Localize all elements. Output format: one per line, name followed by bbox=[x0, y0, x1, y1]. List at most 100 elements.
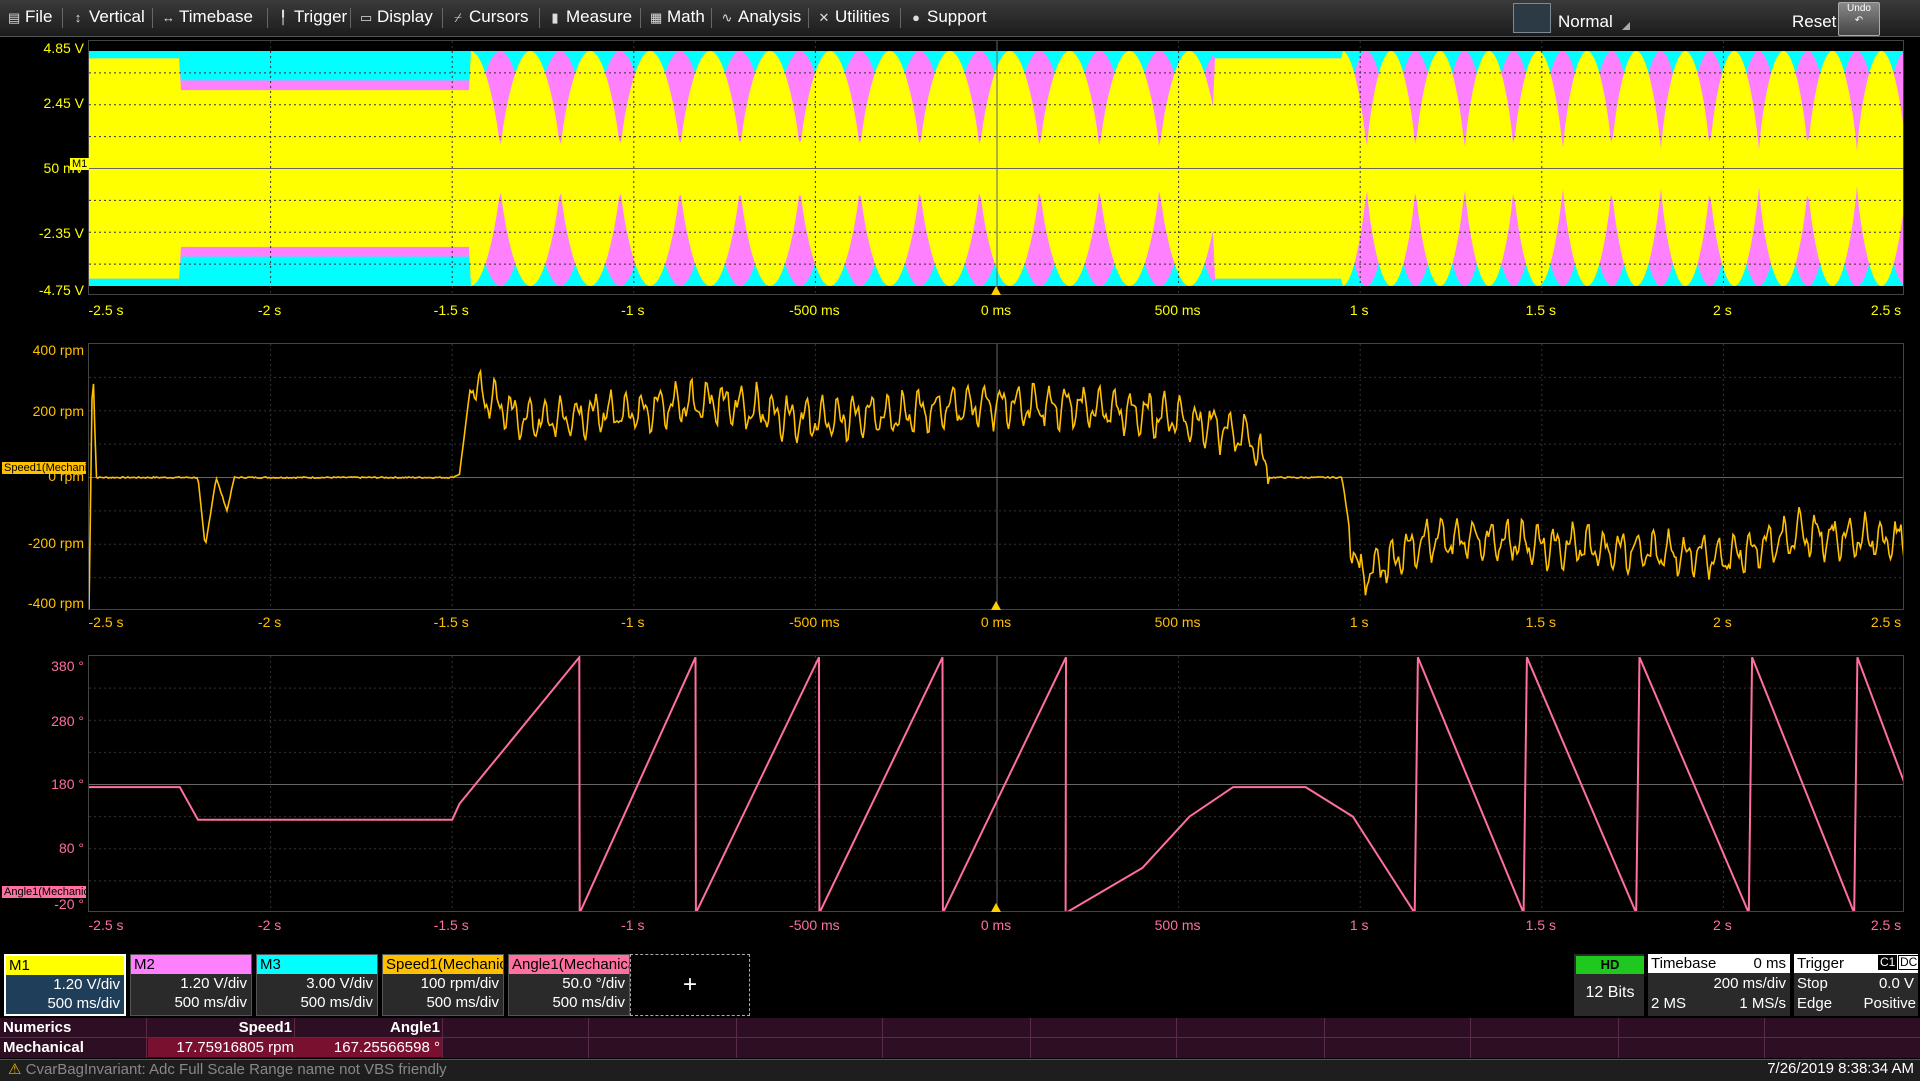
y-tick-label: 380 ° bbox=[51, 658, 84, 674]
speed1-ground-marker[interactable]: Speed1(Mechanical) bbox=[2, 462, 86, 474]
descriptor-tdiv: 500 ms/div bbox=[426, 994, 499, 1011]
m-channels-plot bbox=[89, 41, 1903, 294]
descriptor-vdiv: 1.20 V/div bbox=[180, 975, 247, 992]
vertical-icon: ↕ bbox=[74, 10, 82, 25]
descriptor-vdiv: 3.00 V/div bbox=[306, 975, 373, 992]
menu-separator bbox=[808, 8, 809, 28]
x-tick-label: 500 ms bbox=[1154, 302, 1201, 318]
menu-utilities[interactable]: ✕ Utilities bbox=[818, 0, 890, 36]
x-tick-label: 1 s bbox=[1349, 302, 1369, 318]
y-tick-label: -4.75 V bbox=[38, 282, 84, 298]
trigger-position-marker[interactable] bbox=[991, 903, 1001, 912]
x-tick-label: -1.5 s bbox=[433, 614, 469, 630]
descriptor-title: M1 bbox=[6, 956, 124, 975]
m1-ground-marker[interactable]: M1 bbox=[70, 158, 90, 170]
x-tick-label: -2.5 s bbox=[88, 614, 124, 630]
menu-vertical[interactable]: ↕ Vertical bbox=[72, 0, 145, 36]
numerics-column-divider bbox=[1176, 1018, 1177, 1058]
y-tick-label: -400 rpm bbox=[27, 595, 84, 611]
menu-label: Trigger bbox=[294, 7, 348, 26]
timebase-rate: 1 MS/s bbox=[1739, 995, 1786, 1012]
numerics-header: Numerics bbox=[3, 1019, 72, 1036]
speed1-plot bbox=[89, 344, 1903, 609]
undo-icon: ↶ bbox=[1854, 15, 1864, 26]
descriptor-title: Angle1(Mechanical) bbox=[509, 955, 629, 974]
descriptor-vdiv: 1.20 V/div bbox=[53, 976, 120, 993]
trigger-mode-label[interactable]: Normal bbox=[1558, 12, 1613, 32]
trigger-channel: C1 bbox=[1878, 955, 1898, 970]
descriptor-vdiv: 50.0 °/div bbox=[562, 975, 625, 992]
channel-descriptor-m1[interactable]: M1 1.20 V/div 500 ms/div bbox=[4, 954, 126, 1016]
grid-speed1[interactable] bbox=[88, 343, 1904, 610]
timebase-samples: 2 MS bbox=[1651, 995, 1687, 1012]
channel-descriptor-speed1[interactable]: Speed1(Mechanical)100 rpm/div 500 ms/div bbox=[382, 954, 504, 1016]
menu-timebase[interactable]: ↔ Timebase bbox=[162, 0, 253, 36]
descriptor-title: Speed1(Mechanical) bbox=[383, 955, 503, 974]
x-tick-label: -2 s bbox=[257, 614, 282, 630]
angle1-ground-marker[interactable]: Angle1(Mechanical) bbox=[2, 886, 86, 898]
channel-descriptor-m3[interactable]: M3 3.00 V/div 500 ms/div bbox=[256, 954, 378, 1016]
y-tick-label: 400 rpm bbox=[32, 342, 84, 358]
x-tick-label: -2.5 s bbox=[88, 917, 124, 933]
x-tick-label: 2.5 s bbox=[1870, 917, 1902, 933]
menu-separator bbox=[711, 8, 712, 28]
menu-display[interactable]: ▭ Display bbox=[360, 0, 433, 36]
numerics-column-divider bbox=[736, 1018, 737, 1058]
descriptor-vdiv: 100 rpm/div bbox=[420, 975, 499, 992]
timebase-header: Timebase 0 ms bbox=[1648, 954, 1790, 973]
menu-support[interactable]: ● Support bbox=[910, 0, 986, 36]
x-tick-label: 0 ms bbox=[980, 614, 1012, 630]
numerics-col-angle1: Angle1 bbox=[389, 1019, 440, 1036]
trigger-mode-icon[interactable] bbox=[1513, 3, 1551, 33]
menu-separator bbox=[267, 8, 268, 28]
menu-separator bbox=[152, 8, 153, 28]
add-trace-button[interactable]: + bbox=[630, 954, 750, 1016]
menu-file[interactable]: ▤ File bbox=[8, 0, 52, 36]
menu-label: Display bbox=[377, 7, 433, 26]
menu-math[interactable]: ▦ Math bbox=[650, 0, 705, 36]
trigger-type: Edge bbox=[1797, 995, 1833, 1012]
undo-button[interactable]: Undo ↶ bbox=[1838, 2, 1880, 36]
y-tick-label: 4.85 V bbox=[43, 40, 84, 56]
menu-cursors[interactable]: ⌿ Cursors bbox=[452, 0, 529, 36]
trigger-mode-dropdown-icon[interactable] bbox=[1622, 22, 1630, 30]
x-tick-label: -1 s bbox=[621, 614, 645, 630]
numerics-column-divider bbox=[442, 1018, 443, 1058]
grid-angle1[interactable] bbox=[88, 655, 1904, 912]
menu-trigger[interactable]: ╿ Trigger bbox=[277, 0, 347, 36]
numerics-speed1-value: 17.75916805 rpm bbox=[148, 1038, 296, 1057]
x-tick-label: -2 s bbox=[257, 302, 282, 318]
menu-label: Math bbox=[667, 7, 705, 26]
descriptor-tdiv: 500 ms/div bbox=[552, 994, 625, 1011]
numerics-row-label: Mechanical bbox=[3, 1039, 84, 1056]
menu-separator bbox=[900, 8, 901, 28]
status-message: ⚠ CvarBagInvariant: Adc Full Scale Range… bbox=[8, 1060, 447, 1078]
trigger-coupling: DC bbox=[1898, 955, 1920, 970]
y-tick-label: -20 ° bbox=[54, 896, 84, 912]
descriptor-tdiv: 500 ms/div bbox=[300, 994, 373, 1011]
x-tick-label: 2 s bbox=[1713, 917, 1732, 933]
x-tick-label: 1 s bbox=[1349, 614, 1369, 630]
x-tick-label: -1.5 s bbox=[433, 302, 469, 318]
y-tick-label: 280 ° bbox=[51, 713, 84, 729]
reset-button[interactable]: Reset bbox=[1792, 12, 1836, 32]
x-tick-label: -1.5 s bbox=[433, 917, 469, 933]
numerics-column-divider bbox=[146, 1018, 147, 1058]
menu-label: Cursors bbox=[469, 7, 529, 26]
menu-label: File bbox=[25, 7, 53, 26]
trigger-title: Trigger bbox=[1797, 955, 1844, 972]
x-tick-label: -1 s bbox=[621, 302, 645, 318]
trigger-icon: ╿ bbox=[279, 10, 287, 25]
x-tick-label: 0 ms bbox=[980, 917, 1012, 933]
channel-descriptor-angle1[interactable]: Angle1(Mechanical)50.0 °/div 500 ms/div bbox=[508, 954, 630, 1016]
menu-label: Utilities bbox=[835, 7, 890, 26]
trigger-position-marker[interactable] bbox=[991, 601, 1001, 610]
menu-analysis[interactable]: ∿ Analysis bbox=[721, 0, 802, 36]
grid-m-channels[interactable] bbox=[88, 40, 1904, 295]
menu-measure[interactable]: ▮ Measure bbox=[549, 0, 632, 36]
channel-descriptor-m2[interactable]: M2 1.20 V/div 500 ms/div bbox=[130, 954, 252, 1016]
x-tick-label: 0 ms bbox=[980, 302, 1012, 318]
trigger-position-marker[interactable] bbox=[991, 286, 1001, 295]
x-tick-label: 2 s bbox=[1713, 614, 1732, 630]
x-tick-label: 2.5 s bbox=[1870, 614, 1902, 630]
